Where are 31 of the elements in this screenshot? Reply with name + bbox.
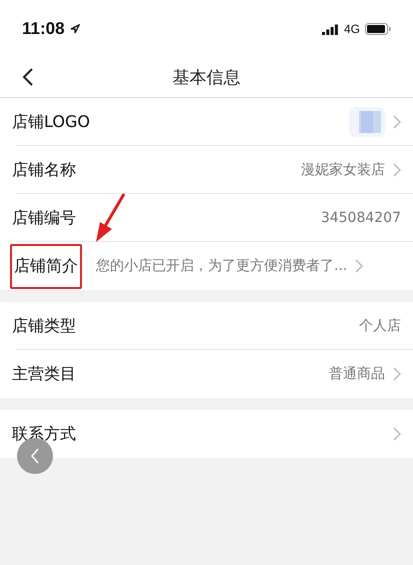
row-label: 店铺编号	[12, 208, 76, 228]
status-time: 11:08	[22, 19, 65, 39]
chevron-left-icon	[30, 448, 40, 464]
chevron-left-icon	[22, 68, 34, 86]
row-value: 漫妮家女装店	[301, 161, 385, 179]
settings-row[interactable]: 店铺类型 个人店	[0, 302, 413, 350]
row-label: 主营类目	[12, 364, 76, 384]
annotation-arrow	[94, 192, 126, 244]
battery-icon	[365, 23, 391, 35]
page-title: 基本信息	[172, 67, 240, 89]
row-label: 店铺类型	[12, 316, 76, 336]
settings-row[interactable]: 店铺简介 您的小店已开启，为了更方便消费者了...	[0, 242, 413, 290]
signal-icon	[322, 24, 339, 34]
row-value: 普通商品	[329, 365, 385, 383]
settings-row[interactable]: 主营类目 普通商品	[0, 350, 413, 398]
chevron-icon	[393, 163, 401, 177]
row-value: 个人店	[359, 317, 401, 335]
row-label: 店铺名称	[12, 160, 76, 180]
chevron-icon	[393, 427, 401, 441]
chevron-icon	[355, 259, 364, 273]
chevron-icon	[393, 115, 401, 129]
row-label: 店铺简介	[10, 244, 82, 288]
location-icon	[70, 24, 80, 34]
row-value: 345084207	[320, 210, 401, 226]
settings-row[interactable]: 店铺编号 345084207	[0, 194, 413, 242]
row-value: 您的小店已开启，为了更方便消费者了...	[96, 257, 348, 275]
settings-row[interactable]: 店铺LOGO	[0, 98, 413, 146]
network-label: 4G	[344, 22, 360, 36]
chevron-icon	[393, 367, 401, 381]
row-label: 店铺LOGO	[12, 112, 90, 132]
settings-row[interactable]: 店铺名称 漫妮家女装店	[0, 146, 413, 194]
